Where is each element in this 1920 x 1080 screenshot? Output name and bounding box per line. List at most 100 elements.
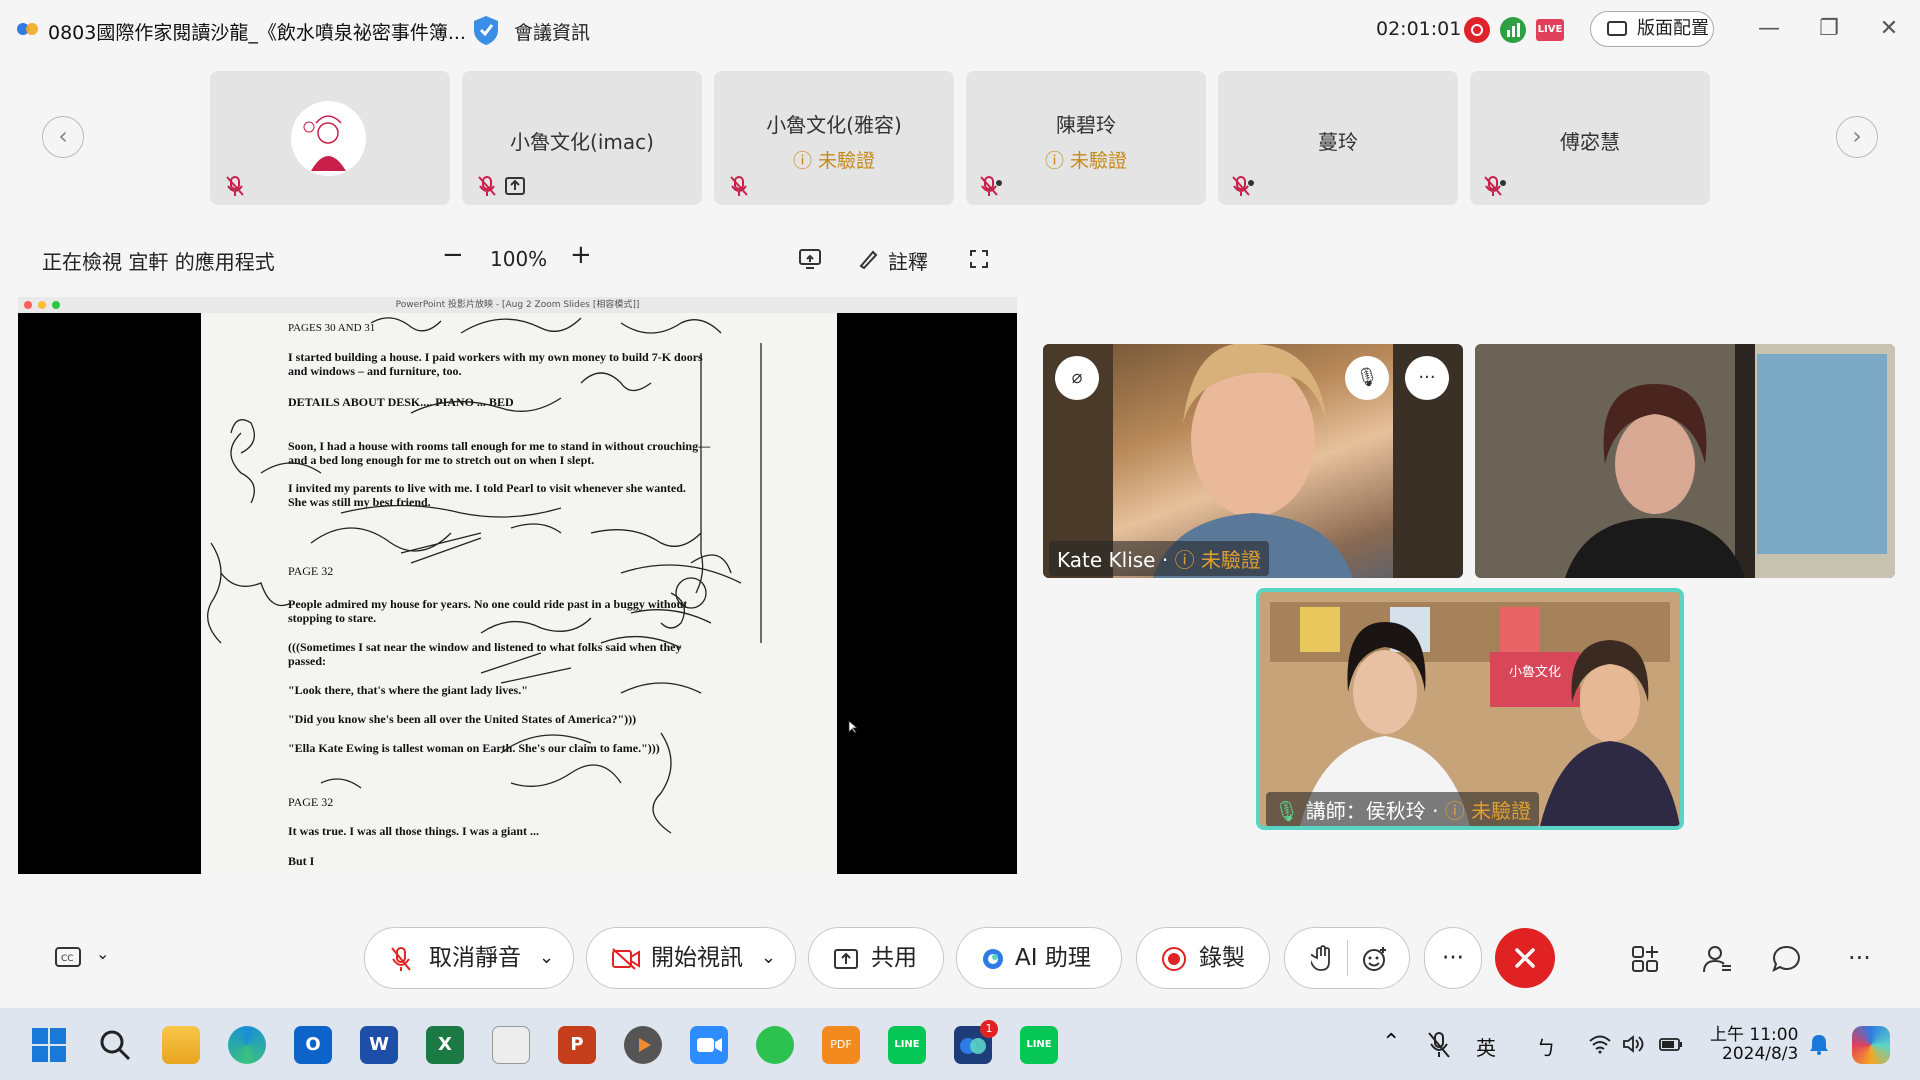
next-participants-button[interactable]: ›: [1836, 116, 1878, 158]
chevron-down-icon[interactable]: ⌄: [539, 928, 554, 988]
taskbar-date[interactable]: 2024/8/3: [1722, 1044, 1798, 1064]
mic-muted-icon: [391, 947, 411, 971]
close-icon[interactable]: ✕: [1874, 14, 1904, 44]
shared-window-title: PowerPoint 投影片放映 - [Aug 2 Zoom Slides [相…: [395, 300, 640, 310]
start-video-button[interactable]: 開始視訊 ⌄: [586, 927, 796, 989]
restore-icon[interactable]: ❐: [1814, 14, 1844, 44]
avatar: [291, 101, 366, 176]
mic-icon[interactable]: 🎙: [1345, 356, 1389, 400]
share-screen-icon: [834, 949, 858, 969]
edge-browser-icon[interactable]: [228, 1026, 266, 1064]
participant-tile[interactable]: [210, 71, 450, 205]
unverified-status: ⓘ 未驗證: [792, 150, 876, 172]
chevron-down-icon[interactable]: ⌄: [761, 928, 776, 988]
video-participant-name: Kate Klise: [1057, 548, 1156, 572]
apps-icon[interactable]: [1628, 942, 1662, 976]
mic-active-icon: 🎙: [1274, 799, 1300, 823]
show-hidden-icons[interactable]: ⌃: [1382, 1030, 1400, 1055]
store-sign-text: 小魯文化: [1509, 665, 1561, 680]
ime-mode-indicator[interactable]: ㄅ: [1536, 1032, 1556, 1061]
title-bar: 0803國際作家閱讀沙龍_《飲水噴泉祕密事件簿... 會議資訊 02:01:01…: [0, 0, 1920, 60]
line-app-icon[interactable]: LINE: [1020, 1026, 1058, 1064]
media-player-icon[interactable]: [624, 1026, 662, 1064]
participant-name: 小魯文化(雅容): [766, 113, 902, 137]
record-button[interactable]: 錄製: [1136, 927, 1270, 989]
video-tile-kate-klise[interactable]: ⌀ 🎙 ··· Kate Klise · ⓘ 未驗證: [1043, 344, 1463, 578]
participant-tile[interactable]: 傅宓慧: [1470, 71, 1710, 205]
emoji-reaction-icon[interactable]: [1361, 945, 1389, 973]
ai-assistant-icon: [983, 949, 1003, 969]
annotate-icon[interactable]: [858, 248, 880, 270]
recording-indicator-icon[interactable]: [1464, 17, 1490, 43]
participant-tile[interactable]: 蔓玲: [1218, 71, 1458, 205]
participant-tile[interactable]: 陳碧玲 ⓘ 未驗證: [966, 71, 1206, 205]
zoom-in-button[interactable]: +: [570, 240, 592, 270]
live-badge[interactable]: LIVE: [1536, 19, 1564, 41]
webex-app-icon[interactable]: 1: [954, 1020, 998, 1064]
unpin-icon[interactable]: ⌀: [1055, 356, 1099, 400]
wifi-icon[interactable]: [1588, 1034, 1612, 1054]
captions-icon[interactable]: CC: [54, 946, 82, 970]
volume-icon[interactable]: [1622, 1034, 1646, 1054]
remote-control-icon[interactable]: [798, 248, 822, 270]
zoom-app-icon[interactable]: [690, 1026, 728, 1064]
raise-hand-icon[interactable]: [1311, 944, 1335, 972]
participant-tile[interactable]: 小魯文化(雅容) ⓘ 未驗證: [714, 71, 954, 205]
taskbar-time[interactable]: 上午 11:00: [1710, 1020, 1798, 1045]
mic-muted-tray-icon[interactable]: [1426, 1030, 1452, 1060]
participant-tile[interactable]: 小魯文化(imac): [462, 71, 702, 205]
ime-language-indicator[interactable]: 英: [1476, 1032, 1496, 1061]
video-name-label: Kate Klise · ⓘ 未驗證: [1049, 541, 1269, 576]
battery-icon[interactable]: [1658, 1034, 1684, 1054]
chat-icon[interactable]: [1770, 942, 1804, 976]
start-windows-icon[interactable]: [30, 1026, 68, 1064]
captions-dropdown-icon[interactable]: ⌄: [96, 944, 109, 963]
search-icon[interactable]: [96, 1026, 134, 1064]
prev-participants-button[interactable]: ‹: [42, 116, 84, 158]
snipping-tool-icon[interactable]: [492, 1026, 530, 1064]
share-button[interactable]: 共用: [808, 927, 944, 989]
fullscreen-icon[interactable]: [968, 248, 990, 270]
layout-button[interactable]: 版面配置: [1590, 11, 1714, 47]
file-explorer-icon[interactable]: [162, 1026, 200, 1064]
powerpoint-icon[interactable]: P: [558, 1026, 596, 1064]
shared-window-titlebar: PowerPoint 投影片放映 - [Aug 2 Zoom Slides [相…: [18, 297, 1017, 313]
end-call-button[interactable]: [1495, 928, 1555, 988]
meeting-title: 0803國際作家閱讀沙龍_《飲水噴泉祕密事件簿...: [48, 22, 466, 44]
video-tile[interactable]: [1475, 344, 1895, 578]
video-feed: 小魯文化: [1260, 592, 1680, 826]
ai-assistant-button[interactable]: AI 助理: [956, 927, 1122, 989]
excel-icon[interactable]: X: [426, 1026, 464, 1064]
pdf-app-icon[interactable]: PDF: [822, 1026, 860, 1064]
wechat-icon[interactable]: [756, 1026, 794, 1064]
meeting-info-link[interactable]: 會議資訊: [514, 18, 590, 45]
word-icon[interactable]: W: [360, 1026, 398, 1064]
video-feed: [1475, 344, 1895, 578]
notification-bell-icon[interactable]: [1808, 1032, 1830, 1056]
annotate-button[interactable]: 註釋: [888, 246, 928, 275]
ai-assistant-label: AI 助理: [1015, 945, 1091, 971]
minimize-icon[interactable]: —: [1754, 14, 1784, 44]
layout-icon: [1607, 21, 1627, 36]
shared-screen[interactable]: PowerPoint 投影片放映 - [Aug 2 Zoom Slides [相…: [18, 297, 1017, 874]
handwritten-annotations: [207, 317, 762, 834]
zoom-out-button[interactable]: −: [442, 240, 464, 270]
more-panels-icon[interactable]: ···: [1848, 944, 1871, 972]
reactions-group: [1284, 927, 1410, 989]
unmute-button[interactable]: 取消靜音 ⌄: [364, 927, 574, 989]
mac-close-icon: [24, 301, 32, 309]
line-app-icon[interactable]: LINE: [888, 1026, 926, 1064]
more-options-icon[interactable]: ···: [1405, 356, 1449, 400]
outlook-icon[interactable]: O: [294, 1026, 332, 1064]
unverified-label: 未驗證: [818, 150, 876, 172]
unmute-label: 取消靜音: [429, 945, 521, 971]
more-button[interactable]: ···: [1424, 927, 1482, 989]
shield-icon[interactable]: [472, 14, 500, 46]
network-stats-icon[interactable]: [1500, 17, 1526, 43]
record-label: 錄製: [1199, 945, 1245, 971]
participants-icon[interactable]: [1700, 942, 1734, 976]
copilot-icon[interactable]: [1852, 1026, 1890, 1064]
mac-zoom-icon: [52, 301, 60, 309]
video-tile-active-speaker[interactable]: 小魯文化 🎙 講師：侯秋玲 · ⓘ 未驗證: [1256, 588, 1684, 830]
share-label: 共用: [871, 945, 917, 971]
